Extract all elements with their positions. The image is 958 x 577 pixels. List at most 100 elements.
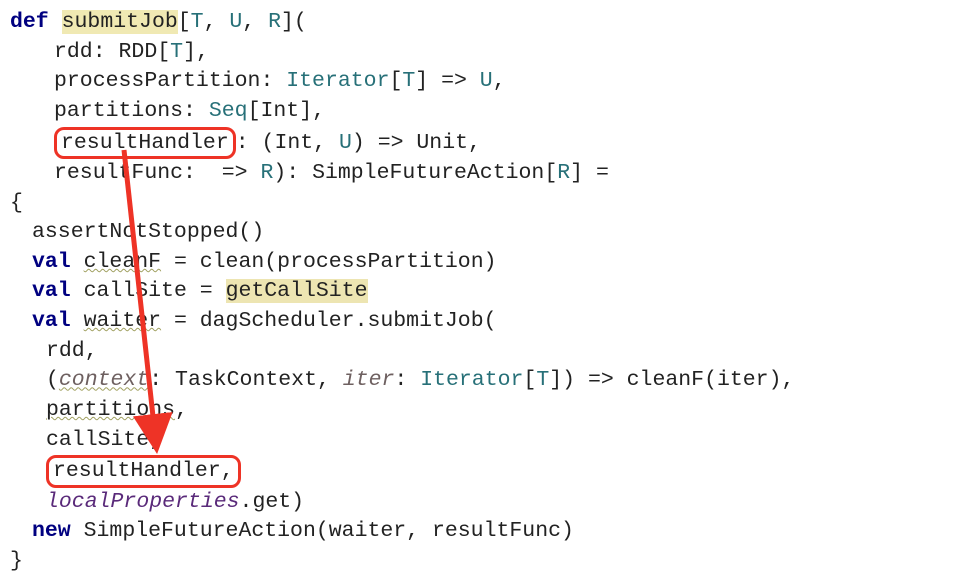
code-line: val callSite = getCallSite [10,277,948,307]
eq: = [187,279,226,303]
type-param: R [557,161,570,185]
eq: = [583,161,622,185]
colon: : [183,99,209,123]
bracket: ] [549,368,562,392]
space [71,250,84,274]
arrow: => [365,131,417,155]
param-rdd: rdd [54,40,93,64]
type-param: T [536,368,549,392]
comma: , [242,10,268,34]
code-line: resultHandler, [10,455,948,487]
lambda-context: context [59,368,149,392]
space [71,309,84,333]
colon: : [149,368,162,392]
arrow: => [209,161,261,185]
colon: : [93,40,119,64]
code-line: partitions: Seq[Int], [10,97,948,127]
code-line: assertNotStopped() [10,218,948,248]
type-param: U [480,69,493,93]
type-unit: Unit [416,131,468,155]
bracket: ] [570,161,583,185]
type-param: T [402,69,415,93]
bracket: [ [178,10,191,34]
code-line: new SimpleFutureAction(waiter, resultFun… [10,517,948,547]
annotation-box-top: resultHandler [54,127,236,159]
tail-get: .get) [240,490,305,514]
keyword-val: val [32,309,71,333]
type-seq: Seq [209,99,248,123]
colon: : [183,161,209,185]
comma: , [313,131,339,155]
arg-partitions: partitions [46,398,175,422]
keyword-def: def [10,10,49,34]
rest: = clean(processPartition) [161,250,496,274]
rest: = dagScheduler.submitJob( [161,309,496,333]
comma: , [493,69,506,93]
code-line: callSite, [10,426,948,456]
type-sfa: SimpleFutureAction [312,161,544,185]
comma: , [312,99,325,123]
arg-callSite: callSite [46,428,149,452]
code-line: partitions, [10,396,948,426]
function-name: submitJob [62,10,178,34]
comma: , [196,40,209,64]
type-int: Int [260,99,299,123]
comma: , [468,131,481,155]
var-cleanF: cleanF [84,250,161,274]
type-param: U [229,10,242,34]
arg-rdd: rdd [46,339,85,363]
keyword-val: val [32,279,71,303]
paren: ( [262,131,275,155]
code-line: processPartition: Iterator[T] => U, [10,67,948,97]
field-localProperties: localProperties [46,490,240,514]
code-line: def submitJob[T, U, R]( [10,8,948,38]
type-param: R [268,10,281,34]
arrow: => [575,368,627,392]
bracket: [ [389,69,402,93]
paren: ) [562,368,575,392]
comma: , [204,10,230,34]
space [49,10,62,34]
type-param: T [191,10,204,34]
space [71,279,84,303]
arrow: => [428,69,480,93]
type-param: U [339,131,352,155]
code-line: rdd, [10,337,948,367]
colon: : [260,69,286,93]
colon: : [236,131,262,155]
type-rdd: RDD [119,40,158,64]
bracket: [ [544,161,557,185]
bracket: [ [248,99,261,123]
bracket: [ [523,368,536,392]
var-waiter: waiter [84,309,161,333]
var-callSite: callSite [84,279,187,303]
colon: : [286,161,312,185]
type-int: Int [274,131,313,155]
bracket: ] [415,69,428,93]
code-line: val cleanF = clean(processPartition) [10,248,948,278]
code-line: rdd: RDD[T], [10,38,948,68]
tail-sfa: SimpleFutureAction(waiter, resultFunc) [71,519,574,543]
paren: ( [46,368,59,392]
type-iterator: Iterator [286,69,389,93]
code-line: localProperties.get) [10,488,948,518]
comma: , [221,459,234,483]
code-line: val waiter = dagScheduler.submitJob( [10,307,948,337]
bracket: ] [281,10,294,34]
type-iterator: Iterator [420,368,523,392]
comma: , [175,398,188,422]
bracket: ] [299,99,312,123]
comma: , [85,339,98,363]
param-processPartition: processPartition [54,69,260,93]
type-param: T [170,40,183,64]
code-line: (context: TaskContext, iter: Iterator[T]… [10,366,948,396]
keyword-val: val [32,250,71,274]
param-resultHandler: resultHandler [61,131,229,155]
code-line: resultFunc: => R): SimpleFutureAction[R]… [10,159,948,189]
call-cleanF: cleanF(iter), [627,368,795,392]
comma: , [149,428,162,452]
annotation-box-bottom: resultHandler, [46,455,241,487]
param-resultFunc: resultFunc [54,161,183,185]
close-brace: } [10,547,948,577]
bracket: [ [157,40,170,64]
